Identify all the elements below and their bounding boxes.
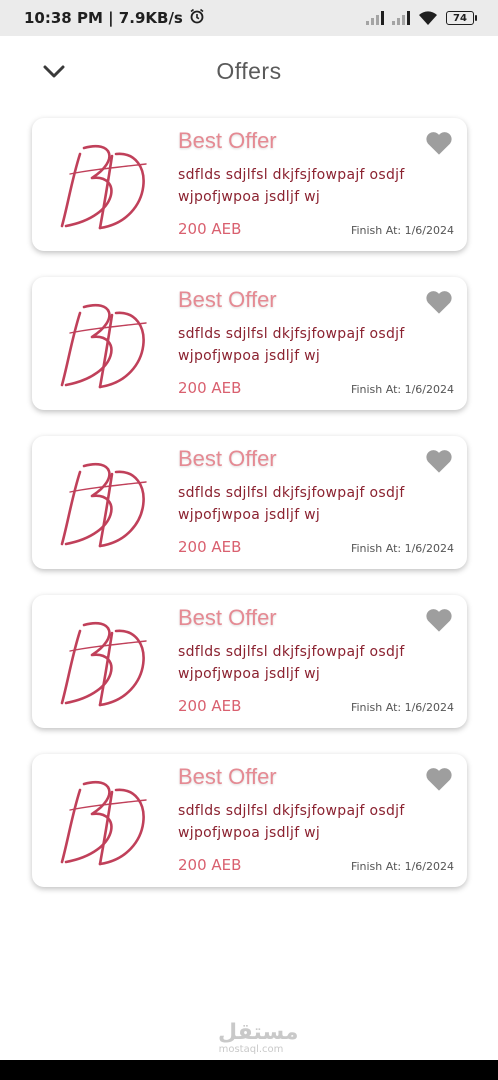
battery-icon: 74 (446, 11, 477, 25)
app-header: Offers (0, 36, 498, 106)
offer-card[interactable]: Best Offer sdflds sdjlfsl dkjfsjfowpajf … (32, 595, 467, 728)
brand-logo (60, 622, 147, 707)
navigation-bar (0, 1060, 498, 1080)
offer-price: 200 AEB (178, 856, 242, 874)
wifi-icon (419, 11, 437, 25)
chevron-down-icon (43, 65, 65, 78)
signal-icon (366, 11, 384, 25)
offer-description: sdflds sdjlfsl dkjfsjfowpajf osdjf wjpof… (178, 803, 405, 841)
back-button[interactable] (40, 58, 68, 86)
offer-finish-date: Finish At: 1/6/2024 (350, 542, 454, 555)
brand-logo (60, 463, 147, 548)
offer-card[interactable]: Best Offer sdflds sdjlfsl dkjfsjfowpajf … (32, 118, 467, 251)
offer-title: Best Offer (178, 446, 277, 471)
status-bar: 10:38 PM | 7.9KB/s 74 (0, 0, 498, 36)
offer-price: 200 AEB (178, 220, 242, 238)
battery-level: 74 (453, 12, 467, 24)
offers-screen: 10:38 PM | 7.9KB/s 74 Offers Best Offer … (0, 0, 498, 1080)
offer-description: sdflds sdjlfsl dkjfsjfowpajf osdjf wjpof… (178, 167, 405, 205)
offers-list: Best Offer sdflds sdjlfsl dkjfsjfowpajf … (32, 118, 467, 913)
offer-description: sdflds sdjlfsl dkjfsjfowpajf osdjf wjpof… (178, 326, 405, 364)
offer-description: sdflds sdjlfsl dkjfsjfowpajf osdjf wjpof… (178, 485, 405, 523)
offer-card[interactable]: Best Offer sdflds sdjlfsl dkjfsjfowpajf … (32, 754, 467, 887)
status-right: 74 (366, 10, 477, 26)
heart-icon[interactable] (425, 289, 453, 315)
offer-price: 200 AEB (178, 538, 242, 556)
mostaql-watermark: مستقل mostaql.com (218, 1020, 299, 1056)
offer-card[interactable]: Best Offer sdflds sdjlfsl dkjfsjfowpajf … (32, 277, 467, 410)
offer-finish-date: Finish At: 1/6/2024 (350, 860, 454, 873)
heart-icon[interactable] (425, 448, 453, 474)
offer-card[interactable]: Best Offer sdflds sdjlfsl dkjfsjfowpajf … (32, 436, 467, 569)
heart-icon[interactable] (425, 607, 453, 633)
heart-icon[interactable] (425, 130, 453, 156)
offer-title: Best Offer (178, 128, 277, 153)
offer-finish-date: Finish At: 1/6/2024 (350, 383, 454, 396)
offer-title: Best Offer (178, 287, 277, 312)
watermark-latin: mostaql.com (218, 1044, 284, 1055)
brand-logo (60, 145, 147, 230)
watermark-arabic: مستقل (218, 1020, 299, 1045)
brand-logo (60, 781, 147, 866)
offer-finish-date: Finish At: 1/6/2024 (350, 224, 454, 237)
offer-finish-date: Finish At: 1/6/2024 (350, 701, 454, 714)
offer-description: sdflds sdjlfsl dkjfsjfowpajf osdjf wjpof… (178, 644, 405, 682)
status-left: 10:38 PM | 7.9KB/s (24, 8, 205, 28)
offer-title: Best Offer (178, 605, 277, 630)
alarm-clock-icon (189, 8, 205, 28)
signal-icon-2 (392, 11, 410, 25)
status-time: 10:38 PM | 7.9KB/s (24, 9, 183, 27)
offer-price: 200 AEB (178, 379, 242, 397)
offer-price: 200 AEB (178, 697, 242, 715)
offer-title: Best Offer (178, 764, 277, 789)
page-title: Offers (216, 57, 282, 84)
heart-icon[interactable] (425, 766, 453, 792)
brand-logo (60, 304, 147, 389)
